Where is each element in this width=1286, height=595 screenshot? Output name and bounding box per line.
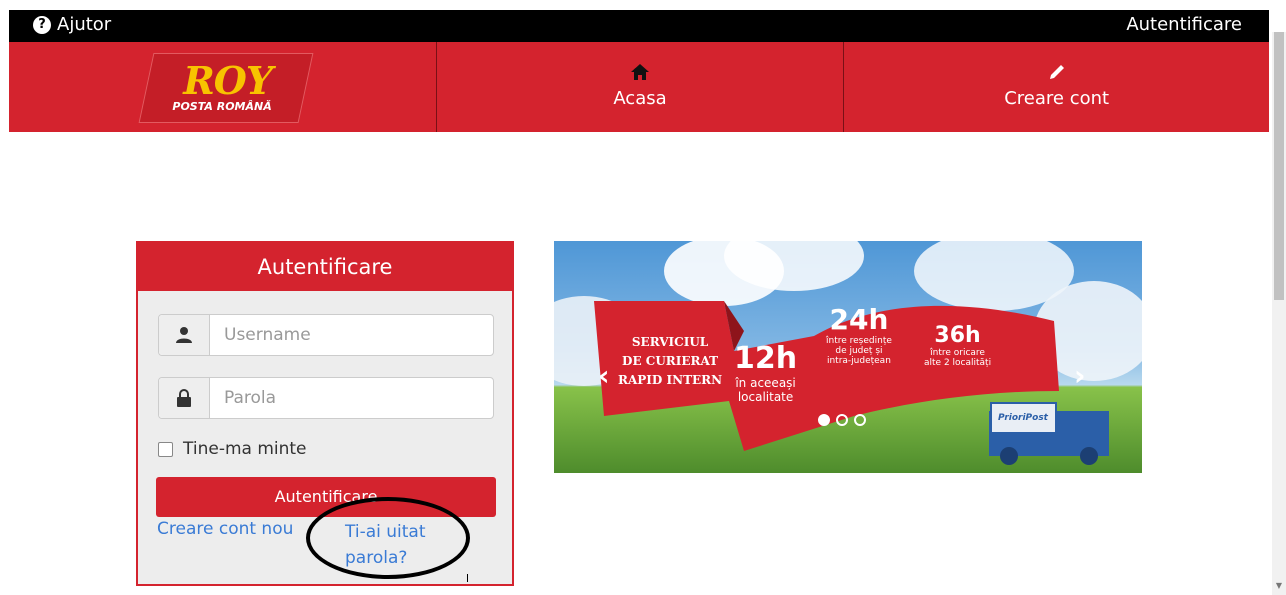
password-group bbox=[158, 377, 494, 419]
scroll-thumb[interactable] bbox=[1274, 32, 1284, 300]
banner-12h-desc2: localitate bbox=[737, 390, 794, 404]
promo-carousel[interactable]: SERVICIUL DE CURIERAT RAPID INTERN 12h î… bbox=[554, 241, 1142, 473]
remember-checkbox[interactable] bbox=[158, 441, 173, 457]
login-title: Autentificare bbox=[138, 243, 512, 291]
banner-36h-desc1: între oricare bbox=[930, 348, 985, 358]
remember-label: Tine-ma minte bbox=[183, 439, 307, 459]
help-label: Ajutor bbox=[57, 14, 112, 35]
banner-24h-desc1: între reședințe bbox=[826, 336, 892, 346]
home-icon bbox=[437, 62, 844, 84]
scroll-down-icon[interactable]: ▼ bbox=[1272, 581, 1286, 595]
remember-me[interactable]: Tine-ma minte bbox=[158, 439, 307, 459]
truck-label: PrioriPost bbox=[998, 413, 1048, 423]
banner-service-text: SERVICIUL DE CURIERAT RAPID INTERN bbox=[618, 333, 722, 390]
pencil-icon bbox=[844, 62, 1269, 84]
banner-36h: 36h între oricare alte 2 localități bbox=[924, 323, 991, 368]
logo-subtitle: POSTA ROMÂNĂ bbox=[172, 100, 272, 113]
banner-24h-desc3: intra-județean bbox=[826, 356, 891, 366]
text-cursor bbox=[467, 574, 468, 582]
lock-icon bbox=[159, 378, 210, 418]
top-login-link[interactable]: Autentificare bbox=[1126, 14, 1242, 35]
username-group bbox=[158, 314, 494, 356]
main-nav: ROY POSTA ROMÂNĂ Acasa Creare cont bbox=[9, 42, 1269, 132]
carousel-indicators bbox=[818, 414, 866, 426]
carousel-dot-1[interactable] bbox=[818, 414, 830, 426]
create-account-link[interactable]: Creare cont nou bbox=[157, 519, 293, 539]
nav-item-home[interactable]: Acasa bbox=[437, 42, 845, 132]
logo-brand: ROY bbox=[183, 58, 273, 103]
annotation-circle bbox=[306, 497, 470, 579]
nav-item-create-account[interactable]: Creare cont bbox=[844, 42, 1269, 132]
username-input[interactable] bbox=[210, 315, 493, 355]
banner-service-line2: DE CURIERAT bbox=[622, 354, 719, 368]
banner-36h-desc2: alte 2 localități bbox=[924, 358, 992, 368]
nav-create-label: Creare cont bbox=[1004, 88, 1110, 109]
posta-romana-logo[interactable]: ROY POSTA ROMÂNĂ bbox=[138, 53, 314, 123]
carousel-dot-3[interactable] bbox=[854, 414, 866, 426]
carousel-dot-2[interactable] bbox=[836, 414, 848, 426]
banner-24h-desc2: de județ și bbox=[835, 346, 883, 356]
banner-24h-value: 24h bbox=[829, 303, 889, 336]
carousel-prev-icon[interactable]: ‹ bbox=[598, 359, 610, 392]
help-link[interactable]: ? Ajutor bbox=[33, 14, 111, 35]
top-bar: ? Ajutor Autentificare bbox=[9, 10, 1269, 42]
banner-12h-desc1: în aceeași bbox=[735, 376, 796, 390]
question-circle-icon: ? bbox=[33, 15, 51, 34]
banner-36h-value: 36h bbox=[934, 323, 981, 348]
banner-24h: 24h între reședințe de județ și intra-ju… bbox=[826, 303, 892, 366]
banner-service-line1: SERVICIUL bbox=[631, 335, 709, 349]
banner-12h-value: 12h bbox=[734, 341, 798, 376]
page-scrollbar[interactable]: ▲ ▼ bbox=[1272, 32, 1286, 595]
banner-12h: 12h în aceeași localitate bbox=[734, 341, 797, 404]
logo-area[interactable]: ROY POSTA ROMÂNĂ bbox=[9, 42, 437, 132]
carousel-next-icon[interactable]: › bbox=[1074, 359, 1086, 392]
user-icon bbox=[159, 315, 210, 355]
nav-home-label: Acasa bbox=[613, 88, 667, 109]
password-input[interactable] bbox=[210, 378, 493, 418]
banner-service-line3: RAPID INTERN bbox=[618, 373, 723, 387]
